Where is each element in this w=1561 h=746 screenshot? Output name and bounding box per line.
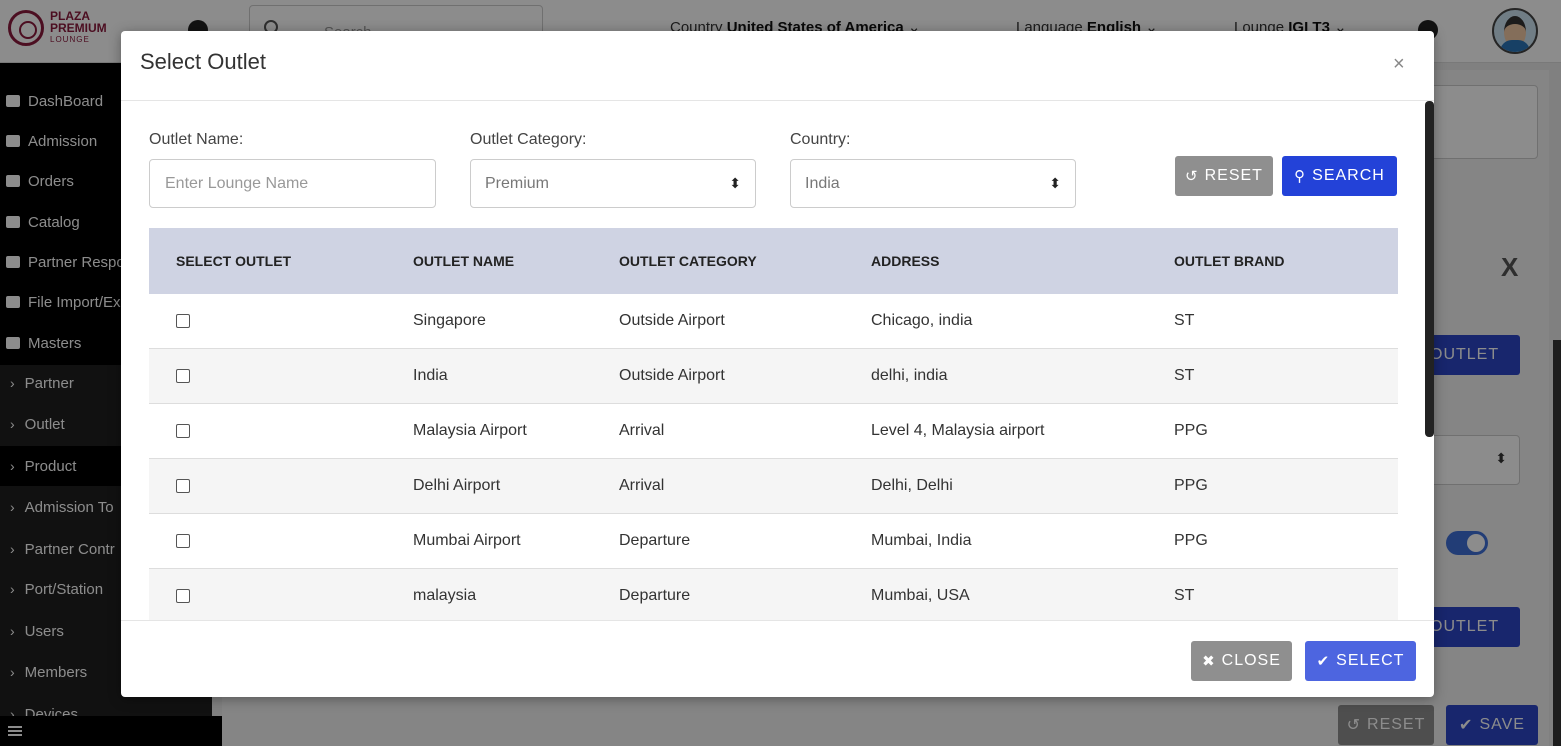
outlet-category-value: Premium — [485, 174, 550, 192]
outlet-brand-cell: PPG — [1174, 422, 1208, 439]
reset-button-label: RESET — [1204, 167, 1263, 184]
outlet-category-select[interactable]: Premium ⬍ — [470, 159, 756, 208]
outlet-name-label: Outlet Name: — [149, 131, 244, 148]
outlet-name-cell: Mumbai Airport — [413, 532, 521, 549]
search-button[interactable]: ⚲ SEARCH — [1282, 156, 1397, 196]
outlet-category-cell: Outside Airport — [619, 367, 725, 384]
search-button-label: SEARCH — [1312, 167, 1385, 184]
outlet-category-cell: Arrival — [619, 477, 665, 494]
address-cell: Level 4, Malaysia airport — [871, 422, 1045, 439]
table-row[interactable]: Delhi Airport Arrival Delhi, Delhi PPG — [149, 459, 1398, 514]
outlet-name-placeholder: Enter Lounge Name — [165, 174, 309, 192]
outlet-category-cell: Arrival — [619, 422, 665, 439]
outlet-name-cell: Malaysia Airport — [413, 422, 527, 439]
outlet-name-cell: malaysia — [413, 587, 477, 604]
table-row[interactable]: malaysia Departure Mumbai, USA ST — [149, 569, 1398, 620]
row-checkbox[interactable] — [176, 424, 190, 438]
outlet-category-label: Outlet Category: — [470, 131, 587, 148]
column-header-outlet-category[interactable]: OUTLET CATEGORY — [619, 253, 757, 269]
check-icon: ✔ — [1316, 653, 1331, 670]
row-checkbox[interactable] — [176, 369, 190, 383]
row-checkbox[interactable] — [176, 589, 190, 603]
outlet-brand-cell: ST — [1174, 367, 1195, 384]
close-button[interactable]: ✖ CLOSE — [1191, 641, 1292, 681]
modal-header: Select Outlet × — [121, 31, 1434, 101]
outlet-brand-cell: ST — [1174, 587, 1195, 604]
outlet-brand-cell: PPG — [1174, 477, 1208, 494]
row-checkbox[interactable] — [176, 479, 190, 493]
modal-footer: ✖ CLOSE ✔ SELECT — [121, 620, 1434, 697]
outlet-name-cell: India — [413, 367, 448, 384]
table-row[interactable]: Malaysia Airport Arrival Level 4, Malays… — [149, 404, 1398, 459]
select-arrows-icon: ⬍ — [1049, 175, 1061, 191]
outlet-name-cell: Singapore — [413, 312, 486, 329]
address-cell: Chicago, india — [871, 312, 973, 329]
country-value: India — [805, 174, 840, 192]
outlet-name-cell: Delhi Airport — [413, 477, 501, 494]
column-header-outlet-brand[interactable]: OUTLET BRAND — [1174, 253, 1284, 269]
address-cell: delhi, india — [871, 367, 948, 384]
row-checkbox[interactable] — [176, 534, 190, 548]
select-outlet-modal: Select Outlet × Outlet Name: Enter Loung… — [121, 31, 1434, 697]
modal-body: Outlet Name: Enter Lounge Name Outlet Ca… — [121, 102, 1434, 620]
table-row[interactable]: India Outside Airport delhi, india ST — [149, 349, 1398, 404]
outlet-table: SELECT OUTLET OUTLET NAME OUTLET CATEGOR… — [149, 228, 1398, 620]
column-header-select: SELECT OUTLET — [176, 253, 292, 269]
outlet-brand-cell: PPG — [1174, 532, 1208, 549]
outlet-brand-cell: ST — [1174, 312, 1195, 329]
outlet-category-cell: Outside Airport — [619, 312, 725, 329]
search-icon: ⚲ — [1294, 168, 1307, 185]
modal-scrollbar[interactable] — [1425, 101, 1434, 437]
outlet-name-input[interactable]: Enter Lounge Name — [149, 159, 436, 208]
table-row[interactable]: Singapore Outside Airport Chicago, india… — [149, 294, 1398, 349]
address-cell: Mumbai, USA — [871, 587, 970, 604]
close-icon[interactable]: × — [1393, 53, 1405, 76]
outlet-category-cell: Departure — [619, 532, 691, 549]
select-button-label: SELECT — [1336, 652, 1405, 669]
row-checkbox[interactable] — [176, 314, 190, 328]
country-label: Country: — [790, 131, 851, 148]
select-arrows-icon: ⬍ — [729, 175, 741, 191]
table-row[interactable]: Mumbai Airport Departure Mumbai, India P… — [149, 514, 1398, 569]
reset-button[interactable]: ↺ RESET — [1175, 156, 1273, 196]
select-button[interactable]: ✔ SELECT — [1305, 641, 1416, 681]
country-select[interactable]: India ⬍ — [790, 159, 1076, 208]
table-header: SELECT OUTLET OUTLET NAME OUTLET CATEGOR… — [149, 228, 1398, 294]
close-button-label: CLOSE — [1221, 652, 1281, 669]
times-icon: ✖ — [1202, 653, 1216, 670]
column-header-address[interactable]: ADDRESS — [871, 253, 939, 269]
address-cell: Mumbai, India — [871, 532, 972, 549]
address-cell: Delhi, Delhi — [871, 477, 953, 494]
modal-title: Select Outlet — [140, 49, 266, 74]
undo-icon: ↺ — [1185, 168, 1199, 185]
outlet-category-cell: Departure — [619, 587, 691, 604]
column-header-outlet-name[interactable]: OUTLET NAME — [413, 253, 514, 269]
